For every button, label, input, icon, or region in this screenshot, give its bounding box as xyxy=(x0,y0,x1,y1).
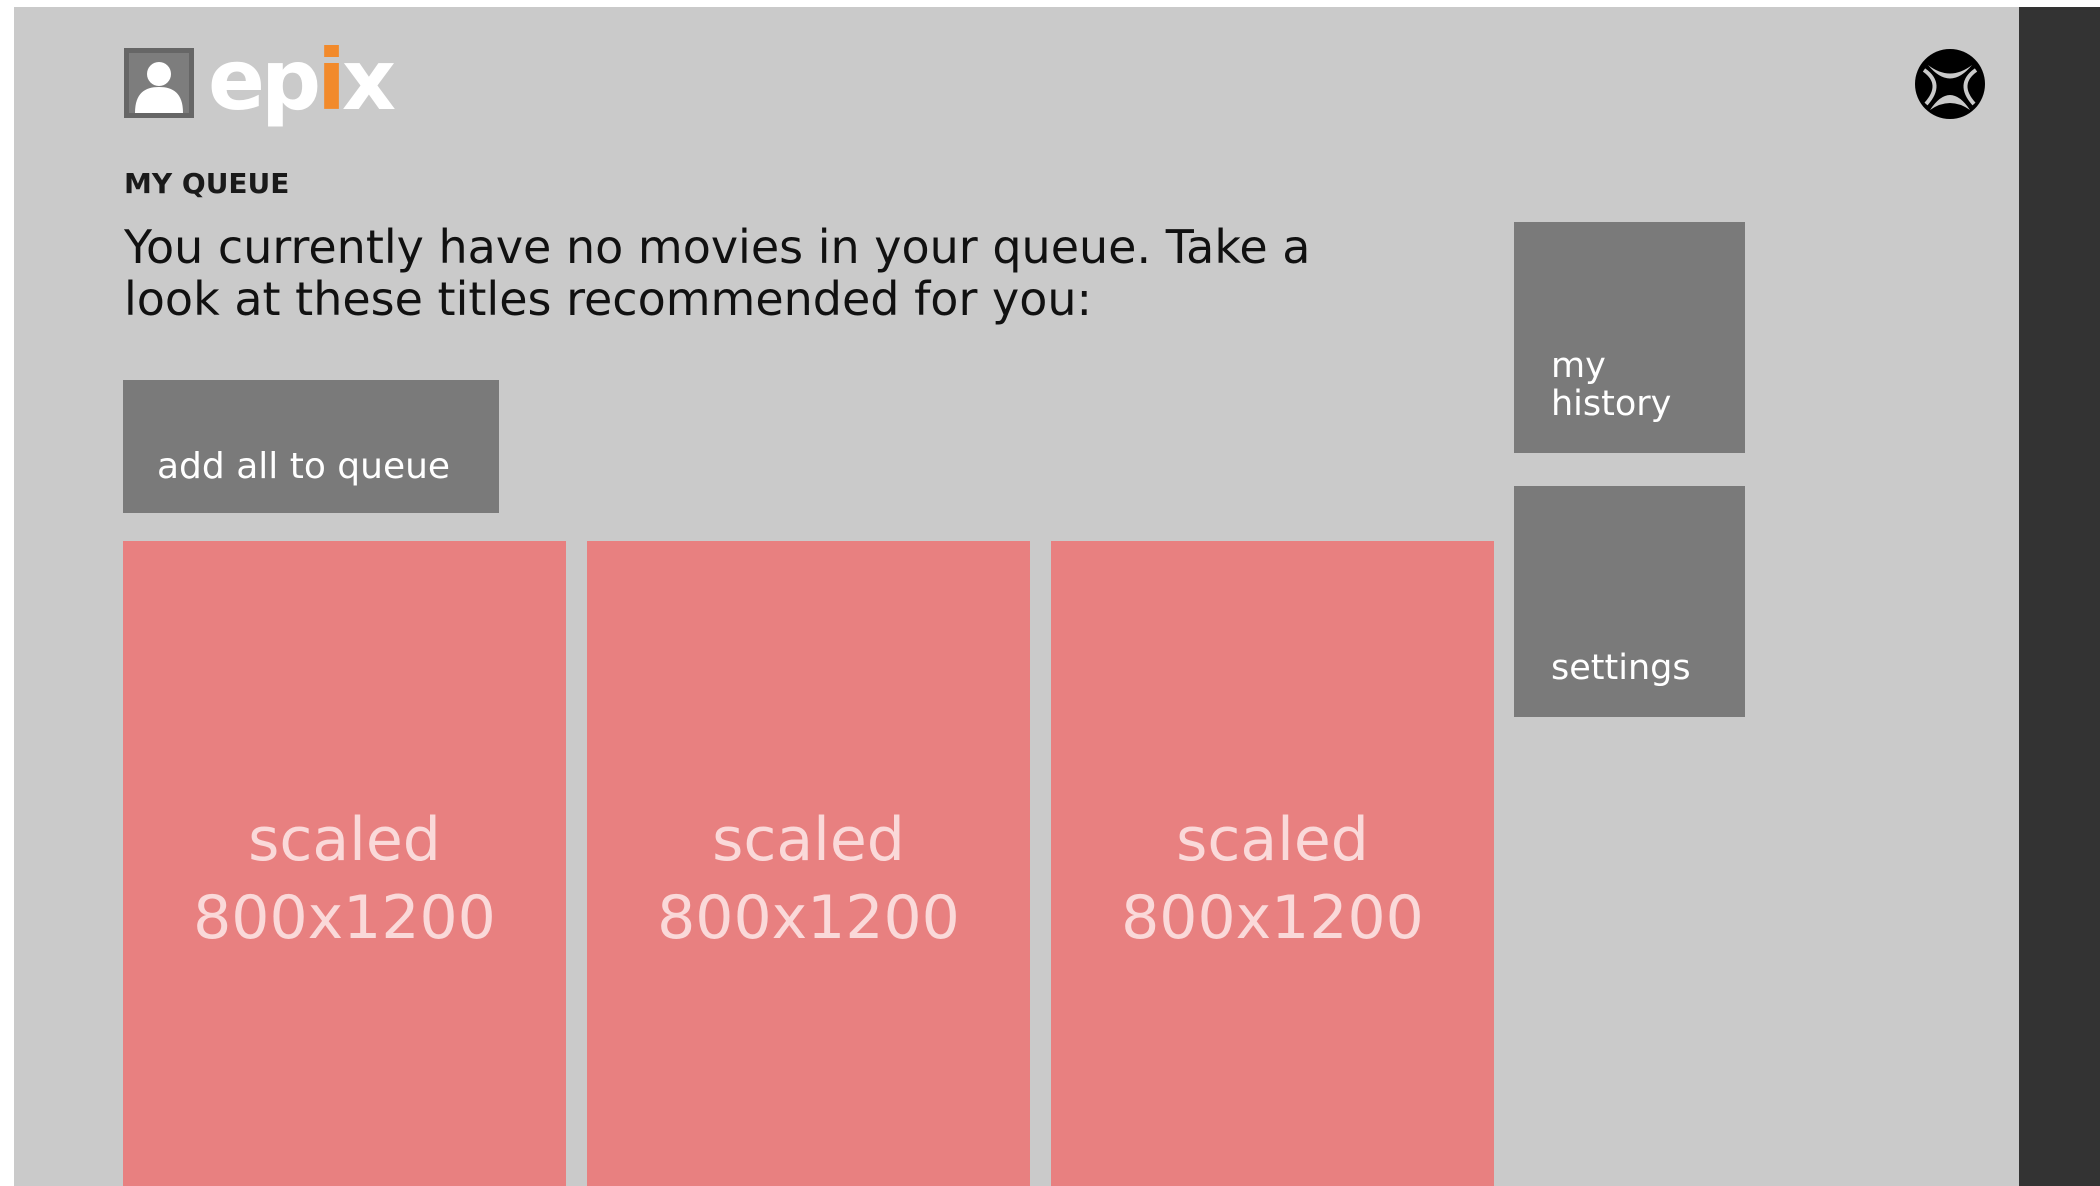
user-silhouette-icon xyxy=(135,62,183,113)
recommended-title-1[interactable]: scaled 800x1200 xyxy=(123,541,566,1186)
logo-text-end: x xyxy=(341,31,396,129)
poster-line-1: scaled xyxy=(1176,805,1369,875)
settings-tile[interactable]: settings xyxy=(1514,486,1745,717)
my-history-tile[interactable]: my history xyxy=(1514,222,1745,453)
poster-line-2: 800x1200 xyxy=(657,883,960,953)
epix-logo: epix xyxy=(208,35,396,125)
poster-line-1: scaled xyxy=(248,805,441,875)
message-line-1: You currently have no movies in your que… xyxy=(124,220,1311,274)
add-all-to-queue-button[interactable]: add all to queue xyxy=(123,380,499,513)
recommended-title-2[interactable]: scaled 800x1200 xyxy=(587,541,1030,1186)
logo-text-accent: i xyxy=(317,31,346,129)
poster-line-1: scaled xyxy=(712,805,905,875)
settings-label: settings xyxy=(1551,648,1691,688)
right-edge-rail xyxy=(2019,7,2100,1186)
poster-placeholder-text: scaled 800x1200 xyxy=(587,801,1030,957)
logo-text-start: ep xyxy=(208,31,321,129)
add-all-label: add all to queue xyxy=(157,446,451,487)
section-title: MY QUEUE xyxy=(124,167,290,200)
history-line-2: history xyxy=(1551,384,1672,424)
empty-queue-message: You currently have no movies in your que… xyxy=(124,221,1324,325)
recommended-title-3[interactable]: scaled 800x1200 xyxy=(1051,541,1494,1186)
xbox-logo-icon[interactable] xyxy=(1914,48,1986,120)
my-history-label: my history xyxy=(1551,347,1671,423)
history-line-1: my xyxy=(1551,346,1606,386)
message-line-2: look at these titles recommended for you… xyxy=(124,272,1092,326)
poster-placeholder-text: scaled 800x1200 xyxy=(1051,801,1494,957)
poster-placeholder-text: scaled 800x1200 xyxy=(123,801,566,957)
poster-line-2: 800x1200 xyxy=(1121,883,1424,953)
app-screen: epix MY QUEUE You currently have no movi… xyxy=(14,7,2100,1186)
user-avatar[interactable] xyxy=(124,48,194,118)
poster-line-2: 800x1200 xyxy=(193,883,496,953)
